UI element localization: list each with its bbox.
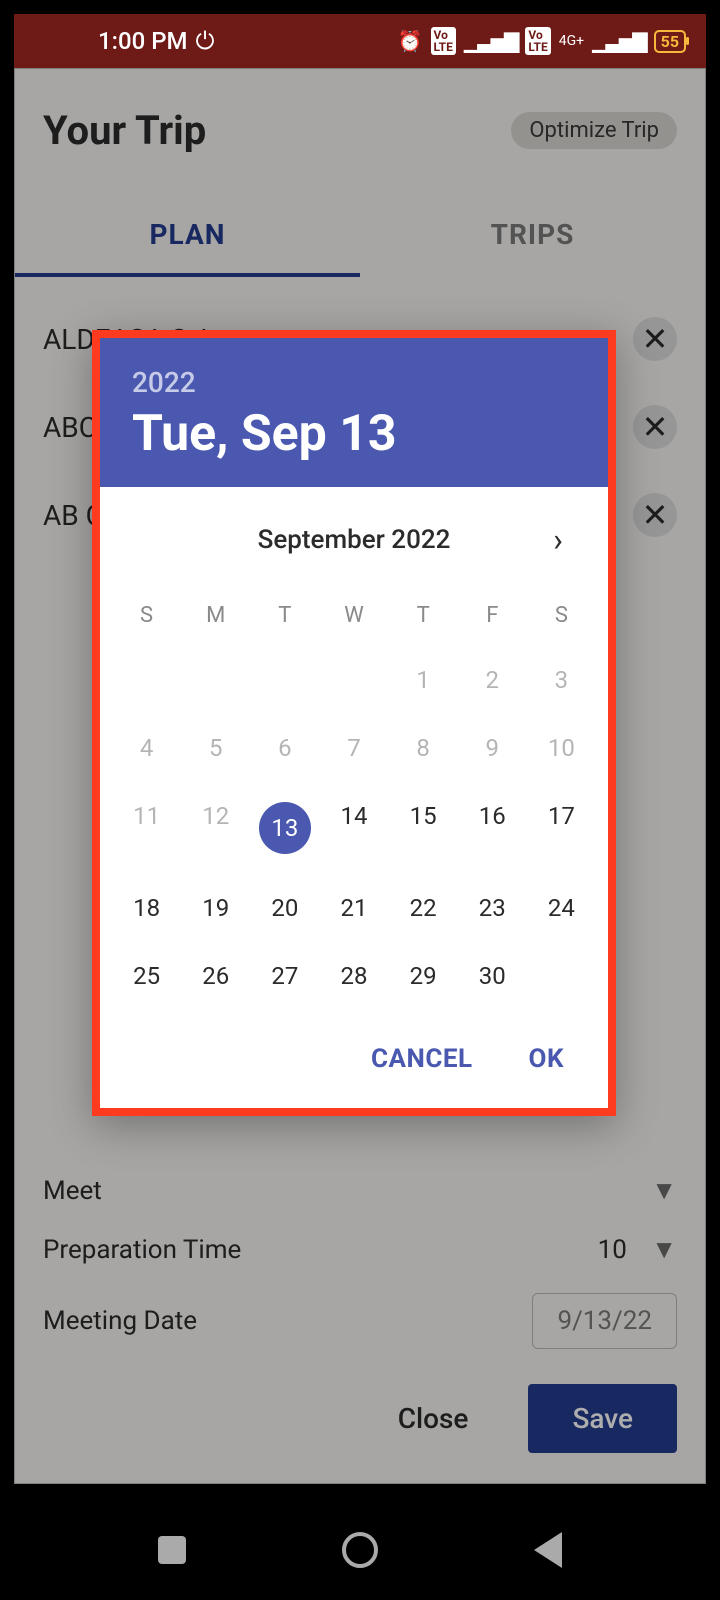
datepicker-cancel-button[interactable]: CANCEL (371, 1044, 473, 1074)
dow-header: M (181, 585, 250, 646)
lte-icon-2: VoLTE (525, 27, 550, 55)
calendar-day[interactable]: 28 (319, 942, 388, 1010)
datepicker-headline: Tue, Sep 13 (132, 405, 576, 463)
alarm-icon: ⏰ (398, 29, 423, 53)
calendar-day: 2 (458, 646, 527, 714)
calendar-day: 9 (458, 714, 527, 782)
dow-header: S (112, 585, 181, 646)
calendar-day[interactable]: 26 (181, 942, 250, 1010)
home-button[interactable] (342, 1532, 378, 1568)
calendar-day[interactable]: 22 (389, 874, 458, 942)
charging-icon: ⏻ (196, 27, 215, 55)
calendar-day: 5 (181, 714, 250, 782)
calendar-day[interactable]: 14 (319, 782, 388, 874)
calendar-day: 1 (389, 646, 458, 714)
signal-icon-1: ▁▃▅▇ (464, 29, 518, 53)
calendar-day[interactable]: 27 (250, 942, 319, 1010)
calendar-day[interactable]: 21 (319, 874, 388, 942)
calendar-day[interactable]: 15 (389, 782, 458, 874)
status-bar: 1:00 PM ⏻ ⏰ VoLTE ▁▃▅▇ VoLTE 4G+ ▁▃▅▇ 55 (14, 14, 706, 68)
calendar-day: 3 (527, 646, 596, 714)
status-time: 1:00 PM (98, 27, 188, 55)
signal-icon-2: ▁▃▅▇ (592, 29, 646, 53)
dow-header: S (527, 585, 596, 646)
battery-icon: 55 (654, 30, 686, 53)
android-nav-bar (0, 1500, 720, 1600)
calendar-day: 8 (389, 714, 458, 782)
calendar-day: 4 (112, 714, 181, 782)
calendar-day: 11 (112, 782, 181, 874)
calendar-day[interactable]: 17 (527, 782, 596, 874)
calendar-day[interactable]: 19 (181, 874, 250, 942)
next-month-button[interactable]: › (538, 521, 578, 559)
calendar-day: 6 (250, 714, 319, 782)
calendar-day: 7 (319, 714, 388, 782)
calendar-day: 10 (527, 714, 596, 782)
calendar-day[interactable]: 23 (458, 874, 527, 942)
calendar-day[interactable]: 25 (112, 942, 181, 1010)
dow-header: T (250, 585, 319, 646)
dow-header: T (389, 585, 458, 646)
network-type: 4G+ (559, 33, 584, 49)
calendar-day: 12 (181, 782, 250, 874)
calendar-day[interactable]: 30 (458, 942, 527, 1010)
calendar-day[interactable]: 16 (458, 782, 527, 874)
back-button[interactable] (534, 1532, 562, 1568)
dow-header: F (458, 585, 527, 646)
dow-header: W (319, 585, 388, 646)
lte-icon-1: VoLTE (431, 27, 456, 55)
calendar-day[interactable]: 13 (250, 782, 319, 874)
recent-apps-button[interactable] (158, 1536, 186, 1564)
datepicker-month-label: September 2022 (170, 525, 538, 555)
calendar-day[interactable]: 20 (250, 874, 319, 942)
calendar-day[interactable]: 29 (389, 942, 458, 1010)
calendar-day[interactable]: 18 (112, 874, 181, 942)
datepicker-year[interactable]: 2022 (132, 366, 576, 399)
date-picker-dialog: 2022 Tue, Sep 13 ‹ September 2022 › SMTW… (92, 330, 616, 1116)
datepicker-ok-button[interactable]: OK (529, 1044, 564, 1074)
calendar-day[interactable]: 24 (527, 874, 596, 942)
